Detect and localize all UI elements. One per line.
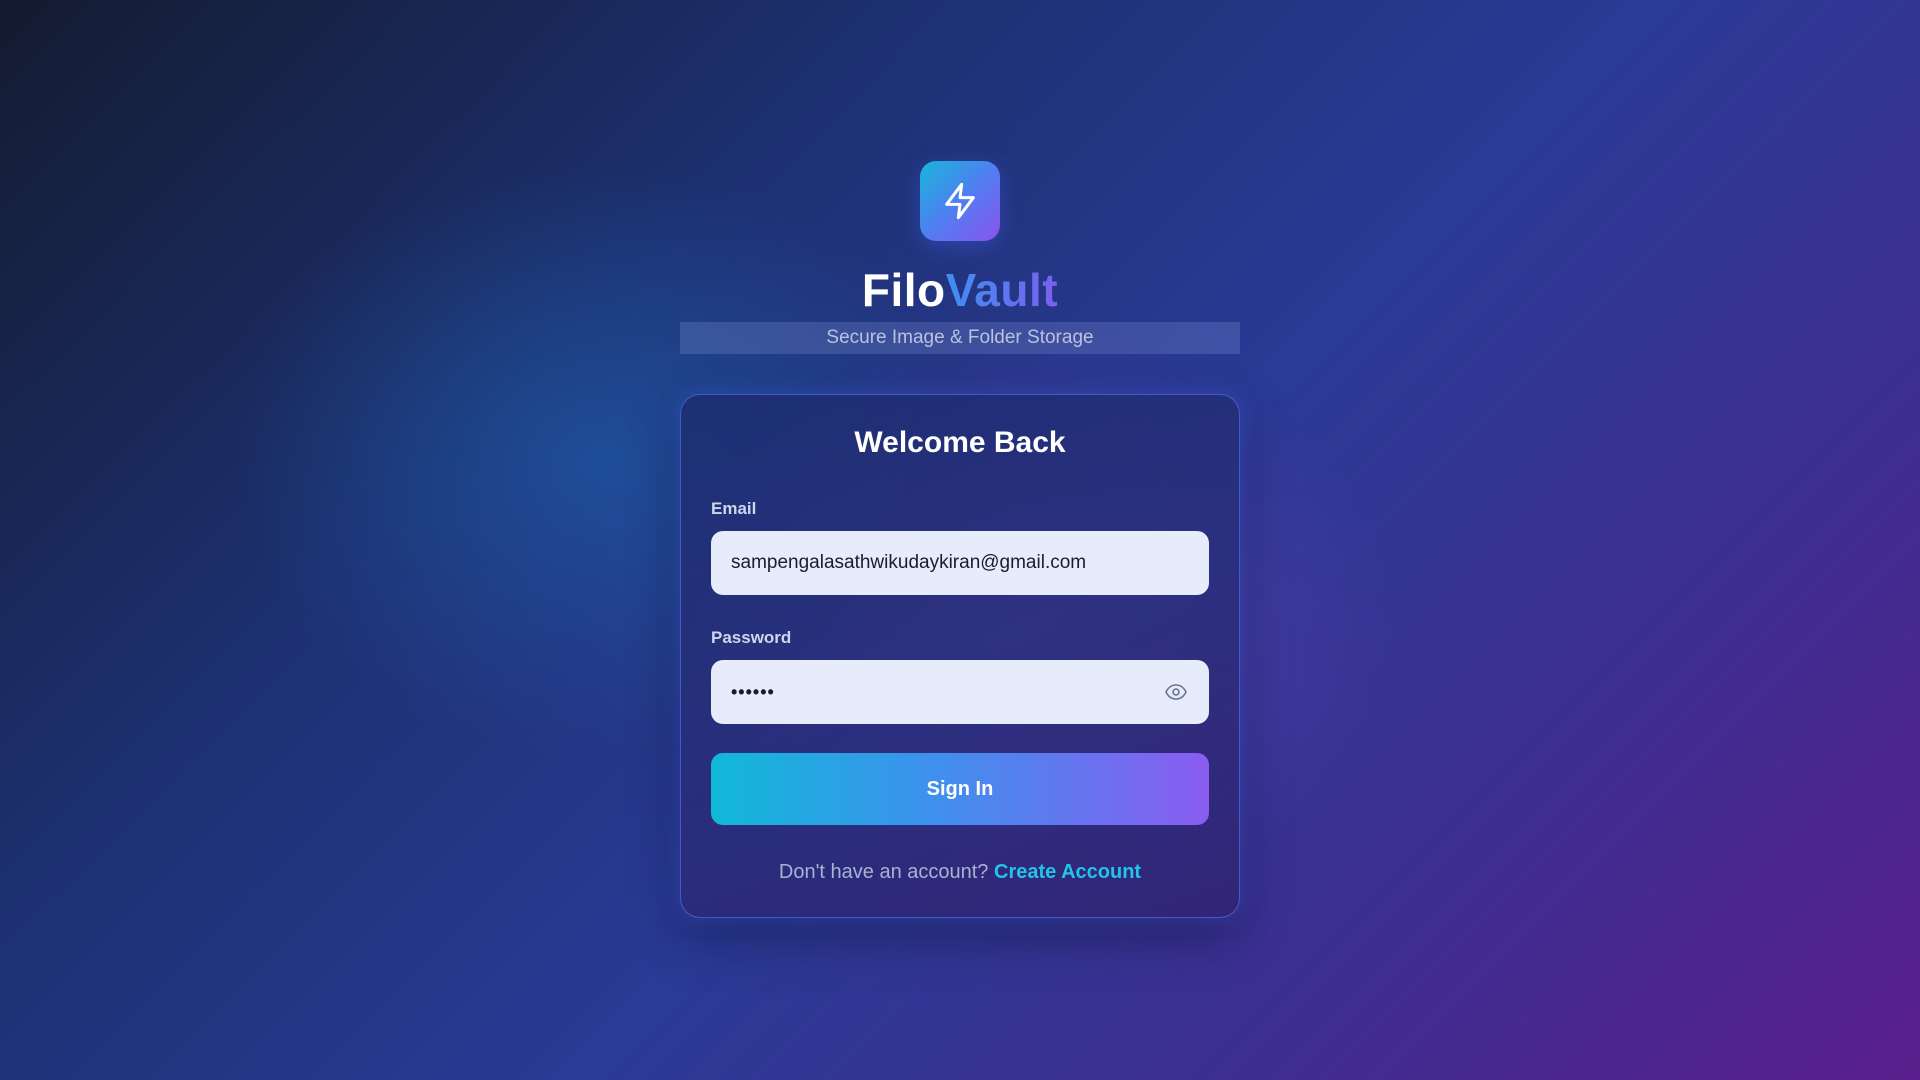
login-title: Welcome Back [854, 426, 1066, 459]
sign-in-button[interactable]: Sign In [711, 753, 1209, 825]
tagline: Secure Image & Folder Storage [680, 322, 1240, 354]
signup-prompt: Don't have an account? Create Account [681, 861, 1239, 884]
brand-name: FiloVault [0, 260, 1920, 320]
email-field[interactable]: sampengalasathwikudaykiran@gmail.com [711, 531, 1209, 595]
login-page: FiloVault Secure Image & Folder Storage … [0, 0, 1920, 1080]
password-label: Password [711, 628, 792, 647]
eye-icon[interactable] [1163, 679, 1189, 705]
login-card: Welcome Back Email sampengalasathwikuday… [680, 394, 1240, 918]
brand-name-accent: Vault [945, 264, 1059, 316]
create-account-link[interactable]: Create Account [994, 861, 1141, 883]
app-logo [920, 161, 1000, 241]
email-label: Email [711, 499, 757, 518]
password-value: •••••• [731, 681, 775, 702]
lightning-bolt-icon [945, 182, 975, 220]
password-field[interactable]: •••••• [711, 660, 1209, 724]
email-value: sampengalasathwikudaykiran@gmail.com [731, 552, 1087, 573]
signup-prompt-text: Don't have an account? [778, 861, 989, 883]
brand-name-primary: Filo [861, 264, 946, 316]
